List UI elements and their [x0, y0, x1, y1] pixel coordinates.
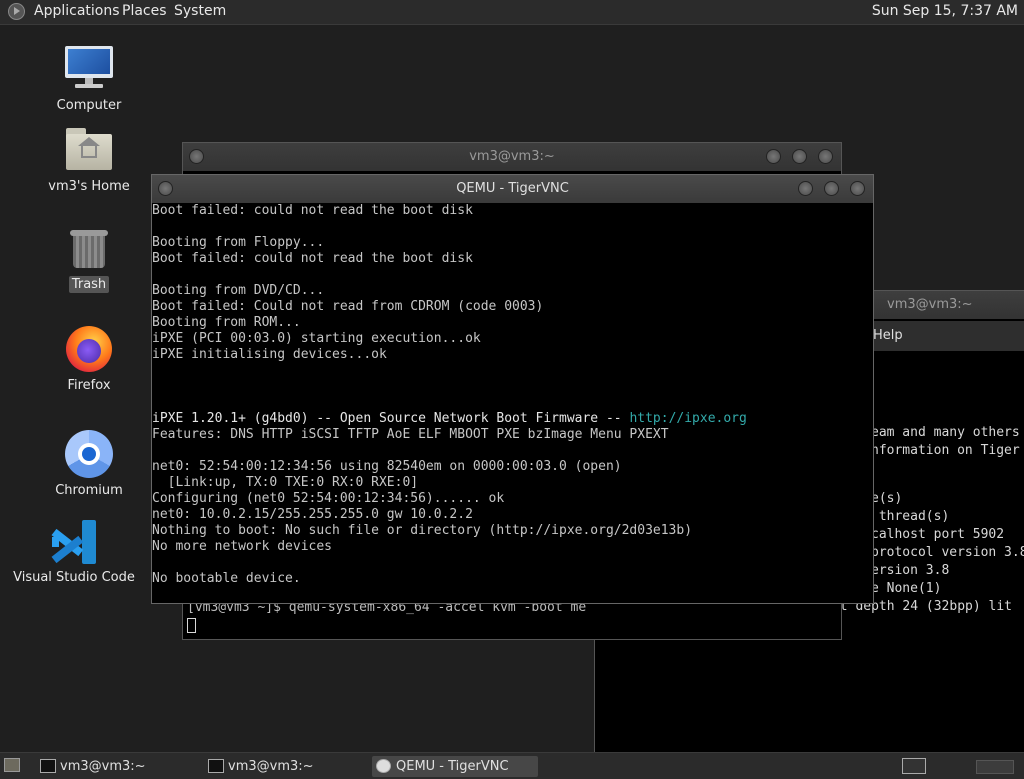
console-line: [Link:up, TX:0 TXE:0 RX:0 RXE:0] — [152, 475, 419, 490]
console-line: Booting from DVD/CD... — [152, 283, 325, 298]
taskbar-item-label: vm3@vm3:~ — [228, 759, 314, 774]
desktop-icon-firefox[interactable]: Firefox — [24, 326, 154, 394]
desktop-icon-label: Firefox — [67, 378, 111, 393]
back-terminal-output: [vm3@vm3 ~]$ qemu-system-x86_64 -accel k… — [187, 600, 599, 636]
ipxe-link: http://ipxe.org — [629, 411, 747, 426]
console-line: net0: 10.0.2.15/255.255.255.0 gw 10.0.2.… — [152, 507, 473, 522]
terminal-icon — [40, 759, 56, 773]
window-menu-icon[interactable] — [158, 181, 173, 196]
console-line: iPXE initialising devices...ok — [152, 347, 387, 362]
taskbar-item-terminal-2[interactable]: vm3@vm3:~ — [204, 756, 366, 777]
console-line: iPXE (PCI 00:03.0) starting execution...… — [152, 331, 481, 346]
taskbar-item-terminal-1[interactable]: vm3@vm3:~ — [36, 756, 198, 777]
workspace-switcher-icon[interactable] — [902, 758, 926, 774]
desktop-icon-computer[interactable]: Computer — [24, 44, 154, 114]
close-icon[interactable] — [850, 181, 865, 196]
desktop-icon-label: Chromium — [55, 483, 123, 498]
console-output: Boot failed: could not read the boot dis… — [152, 203, 871, 587]
desktop-icon-chromium[interactable]: Chromium — [24, 430, 154, 499]
console-line: Boot failed: could not read the boot dis… — [152, 203, 473, 218]
system-menu[interactable]: System — [174, 3, 226, 19]
minimize-icon[interactable] — [766, 149, 781, 164]
trash-icon — [70, 228, 108, 270]
desktop-icon-label: Trash — [68, 276, 110, 293]
window-title: vm3@vm3:~ — [887, 297, 973, 312]
window-menu-icon[interactable] — [189, 149, 204, 164]
maximize-icon[interactable] — [824, 181, 839, 196]
terminal-cursor — [187, 618, 196, 633]
close-icon[interactable] — [818, 149, 833, 164]
computer-icon — [65, 44, 113, 90]
home-folder-icon — [66, 128, 112, 170]
terminal-icon — [208, 759, 224, 773]
console-line: iPXE 1.20.1+ (g4bd0) -- Open Source Netw… — [152, 411, 747, 426]
tigervnc-icon — [376, 759, 391, 773]
desktop-icon-label: vm3's Home — [48, 179, 130, 194]
qemu-vnc-window[interactable]: QEMU - TigerVNC Boot failed: could not r… — [151, 174, 874, 604]
desktop-icon-home[interactable]: vm3's Home — [24, 128, 154, 195]
console-line: No more network devices — [152, 539, 333, 554]
console-line: Nothing to boot: No such file or directo… — [152, 523, 693, 538]
taskbar-item-qemu[interactable]: QEMU - TigerVNC — [372, 756, 538, 777]
console-line: Configuring (net0 52:54:00:12:34:56)....… — [152, 491, 505, 506]
applications-menu[interactable]: Applications — [34, 3, 120, 19]
places-menu[interactable]: Places — [122, 3, 167, 19]
back-terminal-titlebar[interactable]: vm3@vm3:~ — [183, 143, 841, 171]
desktop-icon-label: Computer — [56, 98, 122, 113]
show-desktop-icon[interactable] — [4, 758, 20, 772]
desktop-icon-trash[interactable]: Trash — [24, 228, 154, 293]
bottom-panel: vm3@vm3:~ vm3@vm3:~ QEMU - TigerVNC — [0, 752, 1024, 779]
console-line: No bootable device. — [152, 571, 301, 586]
chromium-icon — [65, 430, 113, 478]
help-menu[interactable]: Help — [873, 321, 903, 351]
applications-menu-icon[interactable] — [8, 3, 25, 20]
firefox-icon — [66, 326, 112, 372]
top-panel: Applications Places System Sun Sep 15, 7… — [0, 0, 1024, 25]
console-line: Features: DNS HTTP iSCSI TFTP AoE ELF MB… — [152, 427, 669, 442]
taskbar-item-label: QEMU - TigerVNC — [396, 759, 509, 774]
console-line: Boot failed: could not read the boot dis… — [152, 251, 473, 266]
desktop-icon-label: Visual Studio Code — [13, 570, 135, 585]
console-line: net0: 52:54:00:12:34:56 using 82540em on… — [152, 459, 622, 474]
qemu-titlebar[interactable]: QEMU - TigerVNC — [152, 175, 873, 203]
window-title: QEMU - TigerVNC — [456, 181, 569, 196]
desktop-icon-vscode[interactable]: Visual Studio Code — [9, 520, 139, 586]
console-line: Booting from Floppy... — [152, 235, 325, 250]
qemu-console[interactable]: Boot failed: could not read the boot dis… — [152, 203, 871, 601]
maximize-icon[interactable] — [792, 149, 807, 164]
minimize-icon[interactable] — [798, 181, 813, 196]
vscode-icon — [51, 520, 96, 564]
console-line: Booting from ROM... — [152, 315, 301, 330]
clock[interactable]: Sun Sep 15, 7:37 AM — [872, 3, 1018, 19]
taskbar-item-label: vm3@vm3:~ — [60, 759, 146, 774]
window-title: vm3@vm3:~ — [469, 149, 555, 164]
workspace-2[interactable] — [976, 760, 1014, 774]
console-line: Boot failed: Could not read from CDROM (… — [152, 299, 544, 314]
